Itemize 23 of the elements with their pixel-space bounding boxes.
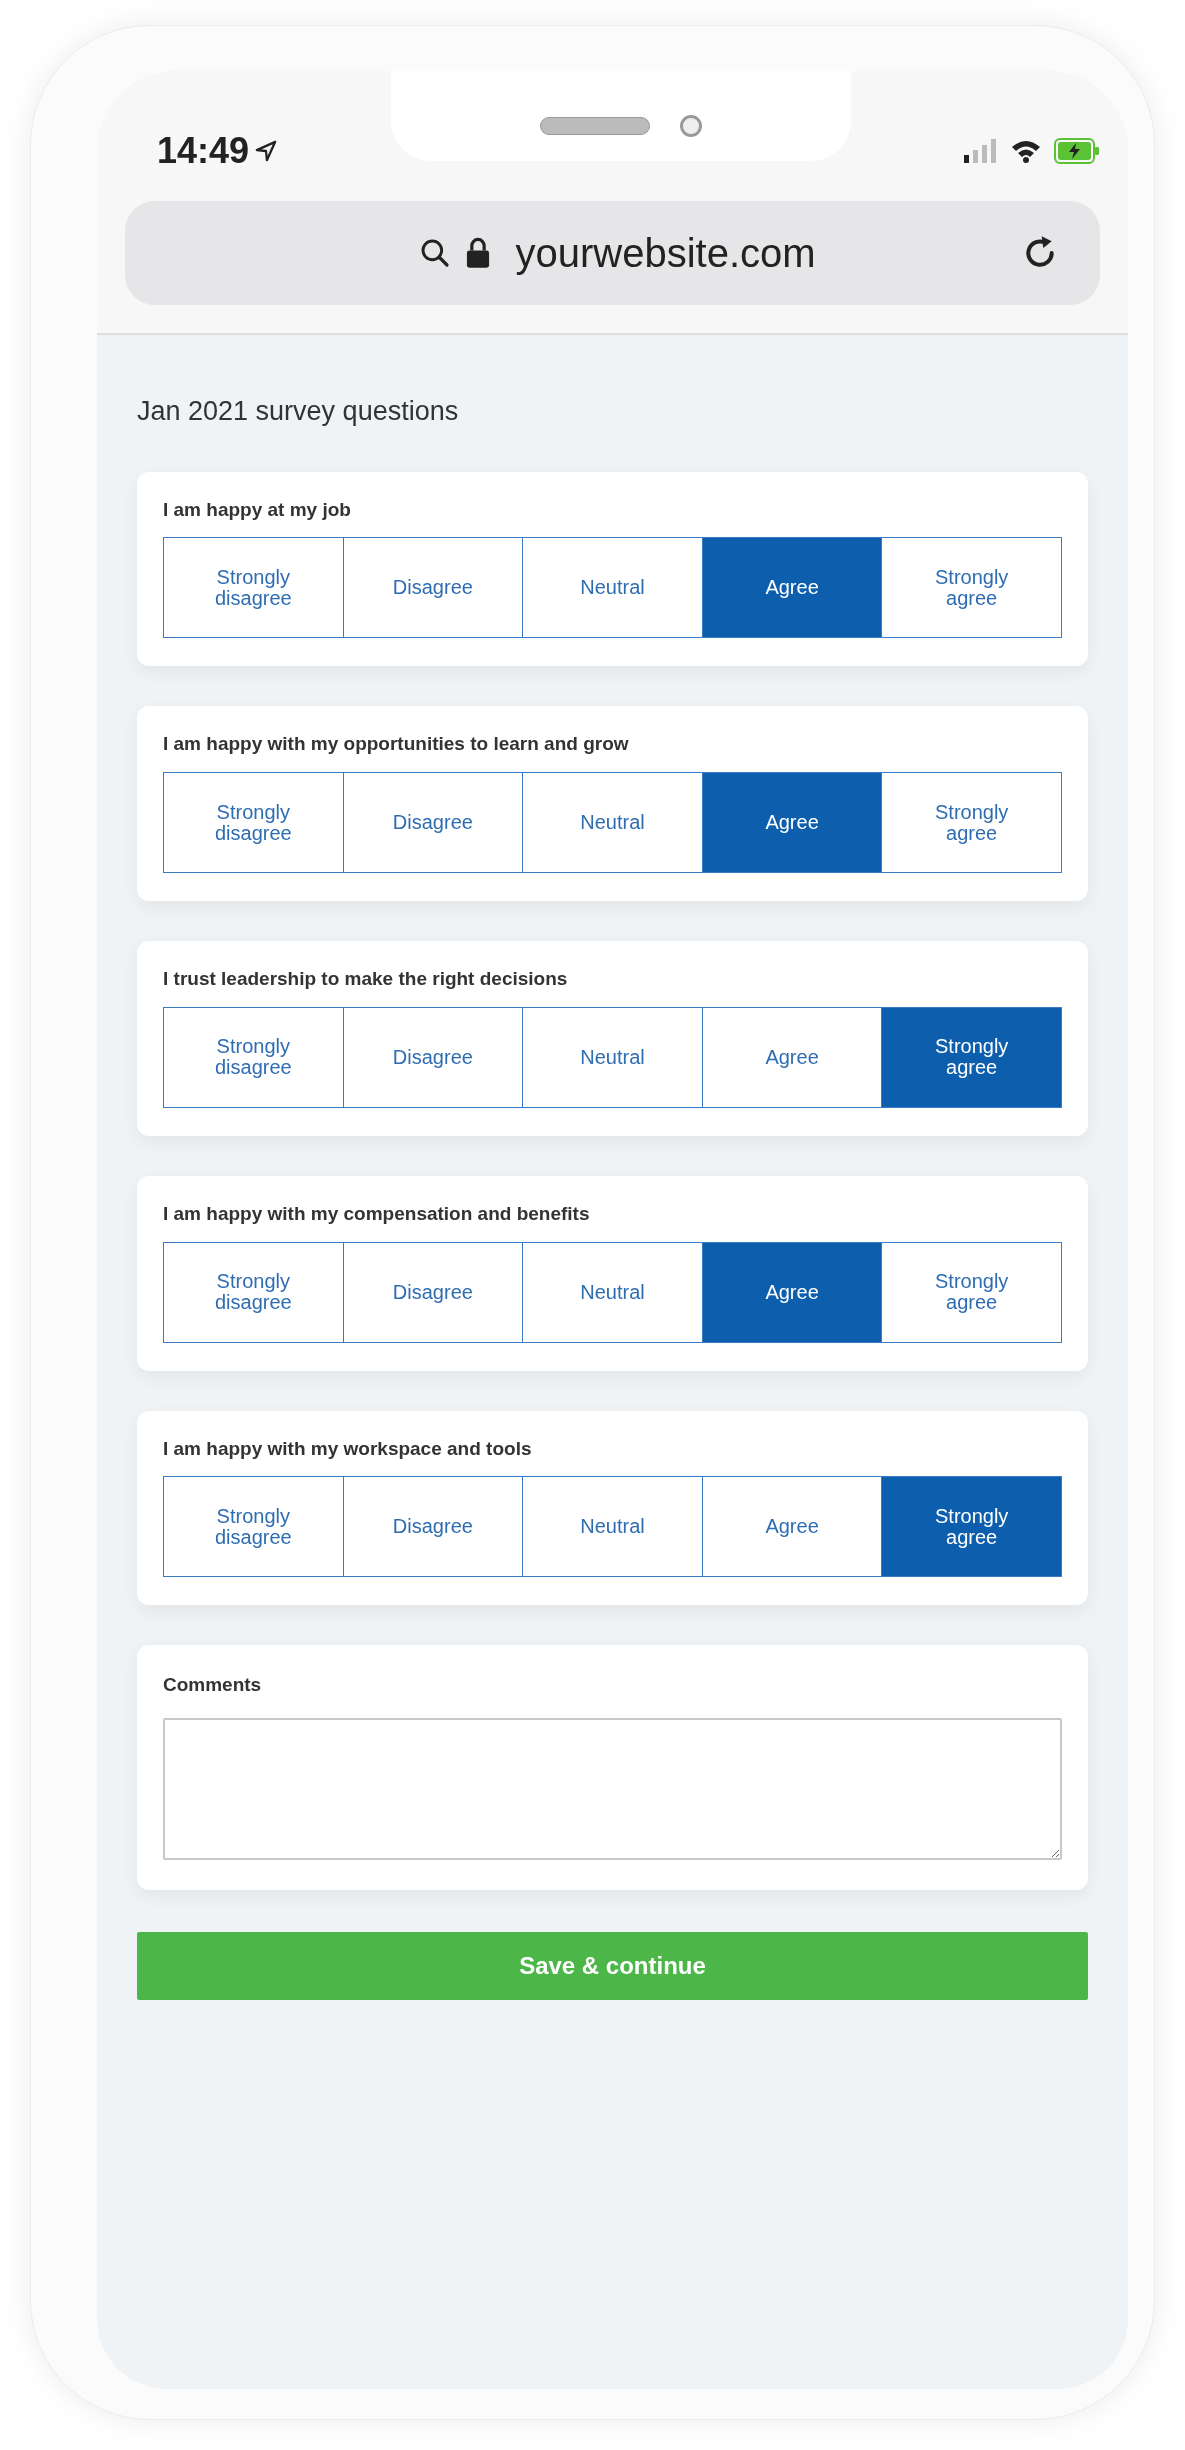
location-arrow-icon [255,140,278,162]
answer-option[interactable]: Strongly agree [881,1007,1061,1107]
signal-icon [964,139,998,163]
comments-label: Comments [163,1673,263,1698]
comments-field[interactable] [163,1717,1062,1860]
question-text: I am happy at my job [163,497,352,522]
speaker-icon [539,117,650,135]
status-time: 14:49 [157,129,250,173]
question-text: I am happy with my compensation and benefits [163,1201,591,1226]
question-text: I trust leadership to make the right decisions [163,967,569,991]
answer-option[interactable]: Agree [701,773,882,872]
page-title: Jan 2021 survey questions [137,395,460,428]
wifi-icon [1010,139,1042,163]
battery-charging-icon [1054,138,1100,164]
answer-option[interactable]: Strongly agree [881,1477,1061,1577]
camera-icon [679,115,702,137]
address-bar[interactable]: yourwebsite.com [125,201,1100,305]
question-text: I am happy with my workspace and tools [163,1436,533,1461]
url-text: yourwebsite.com [515,230,816,277]
question-text: I am happy with my opportunities to learn and grow [163,732,630,756]
answer-option[interactable]: Agree [701,538,882,638]
lock-icon [465,237,492,269]
answer-option[interactable]: Agree [701,1242,882,1342]
